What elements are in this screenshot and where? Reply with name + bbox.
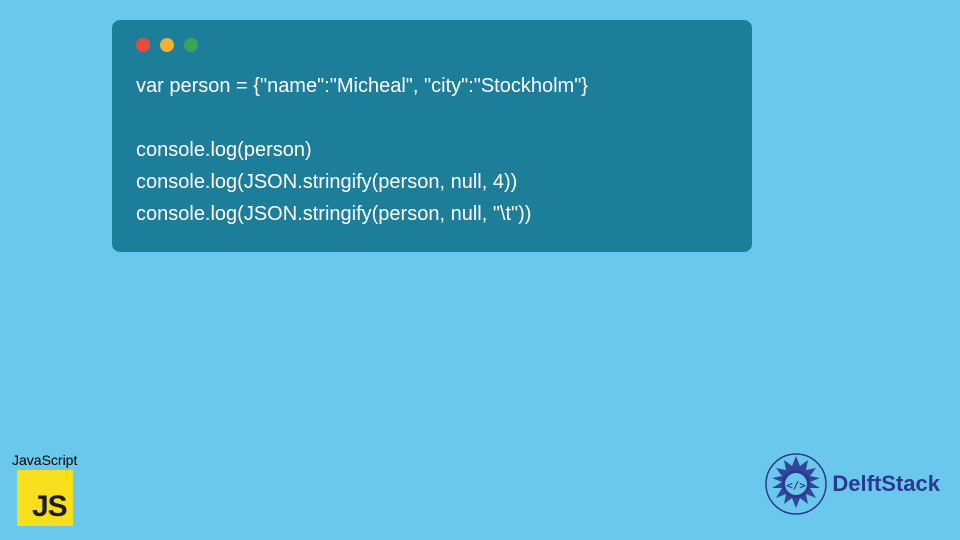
- code-content: var person = {"name":"Micheal", "city":"…: [136, 70, 728, 230]
- minimize-icon: [160, 38, 174, 52]
- javascript-logo-text: JS: [32, 490, 67, 524]
- code-line: var person = {"name":"Micheal", "city":"…: [136, 75, 588, 97]
- window-controls: [136, 38, 728, 52]
- code-line: console.log(JSON.stringify(person, null,…: [136, 203, 531, 225]
- code-line: console.log(JSON.stringify(person, null,…: [136, 171, 517, 193]
- code-line: console.log(person): [136, 139, 312, 161]
- close-icon: [136, 38, 150, 52]
- delftstack-badge: </> DelftStack: [764, 452, 940, 516]
- svg-text:</>: </>: [786, 479, 806, 492]
- delftstack-logo-icon: </>: [764, 452, 828, 516]
- javascript-label: JavaScript: [12, 452, 77, 468]
- maximize-icon: [184, 38, 198, 52]
- delftstack-brand-text: DelftStack: [832, 471, 940, 497]
- javascript-logo-icon: JS: [17, 470, 73, 526]
- javascript-badge: JavaScript JS: [12, 452, 77, 526]
- code-window: var person = {"name":"Micheal", "city":"…: [112, 20, 752, 252]
